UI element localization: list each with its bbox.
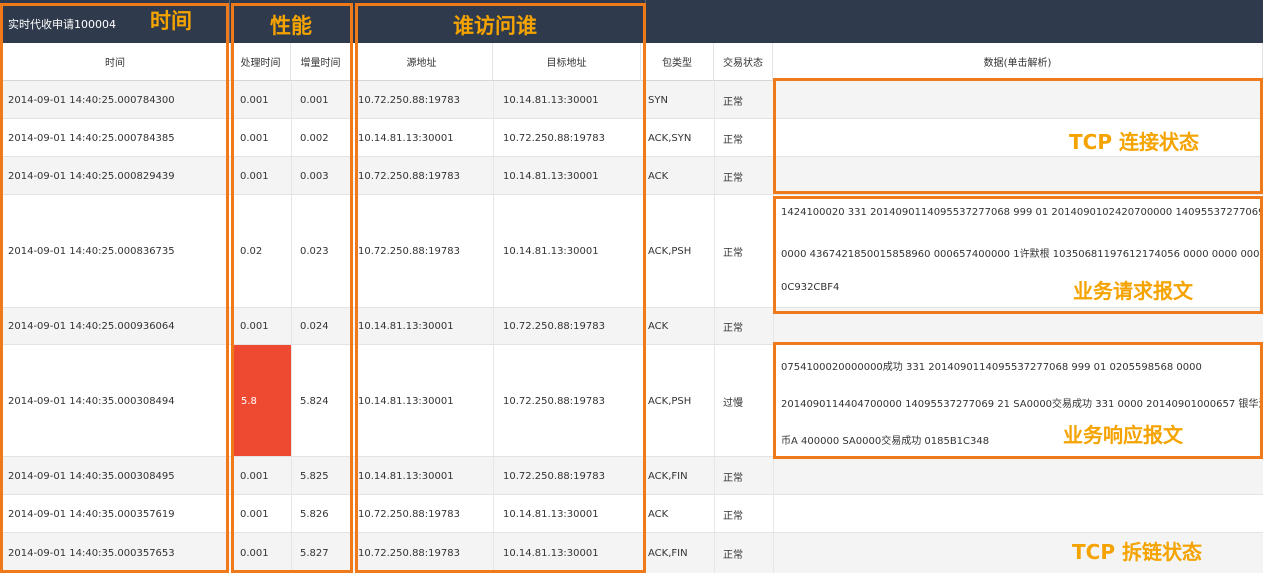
cell-status: 正常: [723, 549, 743, 561]
annotation-label-tcp-teardown: TCP 拆链状态: [1072, 540, 1202, 564]
cell-pkt-type: ACK: [648, 170, 669, 182]
cell-status: 正常: [723, 96, 743, 108]
cell-status: 正常: [723, 510, 743, 522]
col-header-pkt-type[interactable]: 包类型: [641, 43, 714, 81]
cell-pkt-type: ACK,PSH: [648, 395, 692, 407]
annotation-label-biz-request: 业务请求报文: [1073, 279, 1193, 303]
cell-pkt-type: ACK,FIN: [648, 470, 688, 482]
cell-status: 正常: [723, 323, 743, 334]
col-header-status[interactable]: 交易状态: [714, 43, 773, 81]
top-separator: [229, 0, 230, 43]
annotation-box-performance: [231, 3, 353, 573]
annotation-box-biz-response: [773, 342, 1263, 459]
cell-pkt-type: ACK,FIN: [648, 547, 688, 559]
annotation-box-time: [0, 3, 229, 573]
cell-status: 正常: [723, 172, 743, 184]
cell-pkt-type: ACK: [648, 508, 669, 520]
column-divider: [714, 81, 715, 573]
cell-pkt-type: ACK,PSH: [648, 246, 692, 257]
annotation-box-who-visits-whom: [355, 3, 646, 573]
cell-pkt-type: ACK: [648, 321, 669, 332]
cell-pkt-type: ACK,SYN: [648, 132, 692, 144]
col-header-data[interactable]: 数据(单击解析): [773, 43, 1263, 81]
annotation-label-performance: 性能: [270, 14, 312, 38]
cell-status: 正常: [723, 472, 743, 484]
cell-status: 过慢: [723, 397, 743, 409]
annotation-label-time: 时间: [150, 9, 192, 33]
annotation-label-biz-response: 业务响应报文: [1063, 423, 1183, 447]
cell-status: 正常: [723, 248, 743, 259]
cell-status: 正常: [723, 134, 743, 146]
cell-pkt-type: SYN: [648, 94, 668, 106]
annotation-label-who-visits-whom: 谁访问谁: [453, 14, 537, 38]
annotation-label-tcp-connect: TCP 连接状态: [1069, 130, 1199, 154]
